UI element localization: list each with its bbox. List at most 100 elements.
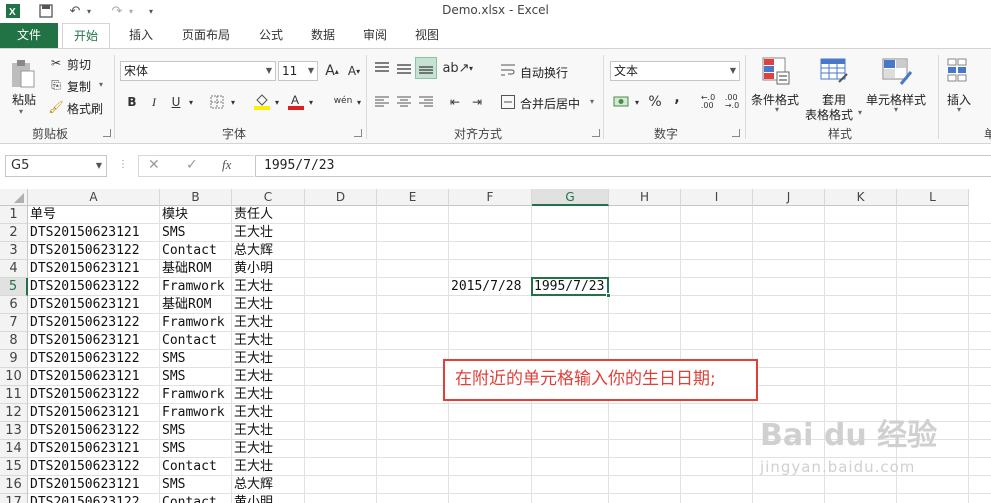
column-header-a[interactable]: A [28,189,160,206]
border-icon[interactable] [208,93,226,111]
cell-a17[interactable]: DTS20150623122 [28,494,160,503]
number-format-combo[interactable]: 文本 ▼ [610,61,740,81]
cell-b15[interactable]: Contact [160,458,232,476]
fill-color-icon[interactable] [252,91,272,111]
row-header-1[interactable]: 1 [0,206,28,224]
cell-b1[interactable]: 模块 [160,206,232,224]
cell-b5[interactable]: Framwork [160,278,232,296]
cell-styles-dropdown-icon[interactable]: ▾ [894,105,898,114]
cell-b7[interactable]: Framwork [160,314,232,332]
copy-button[interactable]: 复制 [67,78,91,95]
paste-dropdown-icon[interactable]: ▾ [19,107,23,116]
cut-icon[interactable]: ✂ [48,55,64,71]
row-header-13[interactable]: 13 [0,422,28,440]
paste-label[interactable]: 粘贴 [12,91,36,108]
row-header-11[interactable]: 11 [0,386,28,404]
decrease-decimal-icon[interactable]: .00 →.0 [722,93,742,111]
phonetic-button[interactable]: wén [330,91,356,111]
cell-c9[interactable]: 王大壮 [232,350,305,368]
bold-button[interactable]: B [124,93,140,111]
tab-insert[interactable]: 插入 [118,23,164,48]
border-dropdown-icon[interactable]: ▾ [228,93,238,111]
row-header-2[interactable]: 2 [0,224,28,242]
underline-button[interactable]: U [168,93,184,111]
column-header-d[interactable]: D [305,189,377,206]
cell-a16[interactable]: DTS20150623121 [28,476,160,494]
cell-a8[interactable]: DTS20150623121 [28,332,160,350]
cell-b12[interactable]: Framwork [160,404,232,422]
cell-c5[interactable]: 王大壮 [232,278,305,296]
cell-b10[interactable]: SMS [160,368,232,386]
cell-c17[interactable]: 黄小明 [232,494,305,503]
cell-a2[interactable]: DTS20150623121 [28,224,160,242]
font-color-dropdown-icon[interactable]: ▾ [306,93,316,111]
column-header-b[interactable]: B [160,189,232,206]
column-header-e[interactable]: E [377,189,449,206]
row-header-8[interactable]: 8 [0,332,28,350]
font-launcher-icon[interactable] [354,129,362,137]
format-painter-button[interactable]: 格式刷 [67,100,103,117]
column-header-h[interactable]: H [609,189,681,206]
align-right-icon[interactable] [417,93,435,111]
format-painter-icon[interactable]: 🖌 [48,99,64,115]
copy-icon[interactable]: ⎘ [48,77,64,93]
align-top-icon[interactable] [373,59,391,77]
cell-c8[interactable]: 王大壮 [232,332,305,350]
comma-button[interactable]: , [670,89,684,107]
row-header-7[interactable]: 7 [0,314,28,332]
cell-b6[interactable]: 基础ROM [160,296,232,314]
row-header-10[interactable]: 10 [0,368,28,386]
increase-indent-icon[interactable]: ⇥ [468,93,486,111]
percent-button[interactable]: % [646,93,664,111]
cell-f5[interactable]: 2015/7/28 [449,278,532,296]
row-header-17[interactable]: 17 [0,494,28,503]
insert-cells-dropdown-icon[interactable]: ▾ [957,105,961,114]
formula-input[interactable]: 1995/7/23 [255,155,991,177]
copy-dropdown-icon[interactable]: ▾ [99,80,103,89]
cut-button[interactable]: 剪切 [67,56,91,73]
column-header-c[interactable]: C [232,189,305,206]
format-as-table-button[interactable]: 表格格式 [805,106,853,123]
cell-c13[interactable]: 王大壮 [232,422,305,440]
format-as-table-icon[interactable] [818,55,850,87]
insert-function-icon[interactable]: fx [222,157,231,173]
cell-c14[interactable]: 王大壮 [232,440,305,458]
tab-home[interactable]: 开始 [62,23,110,48]
active-cell-outline[interactable] [531,277,609,296]
column-header-g[interactable]: G [532,189,609,206]
font-size-combo[interactable]: 11 ▼ [278,61,318,81]
column-header-f[interactable]: F [449,189,532,206]
cell-a12[interactable]: DTS20150623121 [28,404,160,422]
cell-c6[interactable]: 王大壮 [232,296,305,314]
number-launcher-icon[interactable] [732,129,740,137]
align-middle-icon[interactable] [395,59,413,77]
cell-a4[interactable]: DTS20150623121 [28,260,160,278]
cell-c10[interactable]: 王大壮 [232,368,305,386]
cell-b9[interactable]: SMS [160,350,232,368]
row-header-9[interactable]: 9 [0,350,28,368]
merge-dropdown-icon[interactable]: ▾ [590,97,594,106]
enter-icon[interactable]: ✓ [186,157,198,173]
row-header-14[interactable]: 14 [0,440,28,458]
cell-c11[interactable]: 王大壮 [232,386,305,404]
chevron-down-icon[interactable]: ▼ [96,156,102,176]
cell-a15[interactable]: DTS20150623122 [28,458,160,476]
cell-a10[interactable]: DTS20150623121 [28,368,160,386]
cancel-icon[interactable]: ✕ [148,157,160,173]
tab-formulas[interactable]: 公式 [248,23,294,48]
cell-b3[interactable]: Contact [160,242,232,260]
cell-b16[interactable]: SMS [160,476,232,494]
row-header-15[interactable]: 15 [0,458,28,476]
cell-a13[interactable]: DTS20150623122 [28,422,160,440]
align-left-icon[interactable] [373,93,391,111]
cell-b11[interactable]: Framwork [160,386,232,404]
cell-a11[interactable]: DTS20150623122 [28,386,160,404]
italic-button[interactable]: I [146,93,162,111]
cell-c1[interactable]: 责任人 [232,206,305,224]
tab-data[interactable]: 数据 [300,23,346,48]
fill-handle[interactable] [606,293,611,298]
row-header-3[interactable]: 3 [0,242,28,260]
increase-font-icon[interactable]: A ▴ [322,61,342,81]
tab-view[interactable]: 视图 [404,23,450,48]
font-name-combo[interactable]: 宋体 ▼ [120,61,276,81]
